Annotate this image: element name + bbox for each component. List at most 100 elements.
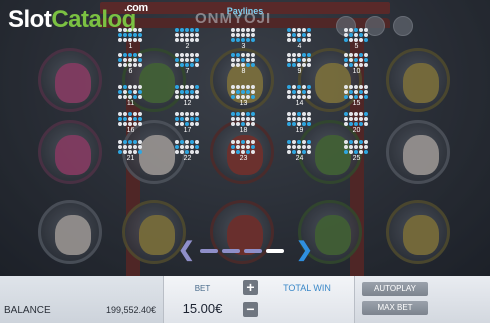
payline-dot [251, 90, 255, 94]
payline-dot [302, 112, 306, 116]
payline-dot [180, 58, 184, 62]
payline-dot [231, 53, 235, 57]
payline-dot [133, 122, 137, 126]
payline-dot [349, 58, 353, 62]
total-win-label: TOTAL WIN [283, 283, 331, 293]
payline-dot [292, 53, 296, 57]
payline-dot [236, 28, 240, 32]
payline-dot [251, 33, 255, 37]
payline-dot [344, 140, 348, 144]
payline-dot [133, 53, 137, 57]
payline-dot [344, 90, 348, 94]
payline-dot [307, 33, 311, 37]
payline-dot [241, 53, 245, 57]
payline-dot [175, 117, 179, 121]
payline-dot [138, 140, 142, 144]
payline-dot [190, 63, 194, 67]
payline-dot [180, 28, 184, 32]
payline-dot [190, 85, 194, 89]
next-page-arrow-icon[interactable]: ❯ [296, 240, 313, 260]
payline-dot [246, 150, 250, 154]
payline-dot [231, 140, 235, 144]
payline-dot [138, 85, 142, 89]
payline-dot [133, 112, 137, 116]
payline-dot [349, 85, 353, 89]
payline-dot [302, 145, 306, 149]
payline-22: 22 [175, 140, 200, 162]
payline-dot [344, 33, 348, 37]
payline-dot [118, 33, 122, 37]
payline-dot [246, 112, 250, 116]
page-indicator-4[interactable] [266, 249, 284, 253]
payline-dot [236, 145, 240, 149]
payline-dot [185, 122, 189, 126]
payline-dot [354, 63, 358, 67]
page-indicator-2[interactable] [222, 249, 240, 253]
home-icon[interactable] [393, 16, 413, 36]
payline-dot [128, 85, 132, 89]
payline-dot [307, 150, 311, 154]
decrease-bet-button[interactable]: − [243, 302, 258, 317]
payline-dot [292, 122, 296, 126]
payline-dot [185, 33, 189, 37]
payline-dot [307, 85, 311, 89]
payline-number: 16 [126, 127, 135, 134]
payline-24: 24 [287, 140, 312, 162]
payline-dot [231, 112, 235, 116]
payline-dot [246, 33, 250, 37]
payline-number: 2 [185, 43, 190, 50]
payline-dot [344, 28, 348, 32]
payline-dot [307, 112, 311, 116]
max-bet-button[interactable]: MAX BET [362, 301, 428, 315]
payline-grid [231, 85, 256, 99]
paylines-title: Paylines [226, 6, 264, 16]
payline-dot [133, 58, 137, 62]
previous-page-arrow-icon[interactable]: ❮ [178, 240, 195, 260]
payline-dot [138, 117, 142, 121]
payline-dot [195, 145, 199, 149]
payline-dot [292, 150, 296, 154]
payline-dot [246, 140, 250, 144]
payline-dot [241, 28, 245, 32]
payline-dot [190, 150, 194, 154]
page-indicator-1[interactable] [200, 249, 218, 253]
payline-dot [292, 58, 296, 62]
payline-dot [246, 122, 250, 126]
payline-dot [236, 63, 240, 67]
payline-dot [128, 140, 132, 144]
payline-dot [251, 38, 255, 42]
payline-2: 2 [175, 28, 200, 50]
payline-number: 15 [352, 100, 361, 107]
payline-7: 7 [175, 53, 200, 75]
autoplay-button[interactable]: AUTOPLAY [362, 282, 428, 296]
payline-dot [349, 95, 353, 99]
payline-dot [241, 95, 245, 99]
payline-dot [349, 122, 353, 126]
payline-dot [246, 95, 250, 99]
payline-dot [297, 33, 301, 37]
payline-dot [123, 58, 127, 62]
payline-dot [190, 58, 194, 62]
payline-dot [302, 122, 306, 126]
payline-dot [287, 63, 291, 67]
payline-dot [349, 117, 353, 121]
payline-dot [354, 53, 358, 57]
payline-dot [175, 145, 179, 149]
payline-dot [175, 33, 179, 37]
payline-dot [307, 95, 311, 99]
payline-dot [236, 38, 240, 42]
payline-dot [180, 38, 184, 42]
payline-dot [175, 122, 179, 126]
payline-dot [185, 145, 189, 149]
payline-dot [354, 85, 358, 89]
page-indicator-3[interactable] [244, 249, 262, 253]
payline-dot [128, 28, 132, 32]
payline-dot [185, 63, 189, 67]
payline-dot [359, 58, 363, 62]
payline-dot [307, 140, 311, 144]
increase-bet-button[interactable]: + [243, 280, 258, 295]
payline-dot [195, 38, 199, 42]
payline-dot [236, 95, 240, 99]
payline-number: 22 [183, 155, 192, 162]
payline-grid [344, 140, 369, 154]
